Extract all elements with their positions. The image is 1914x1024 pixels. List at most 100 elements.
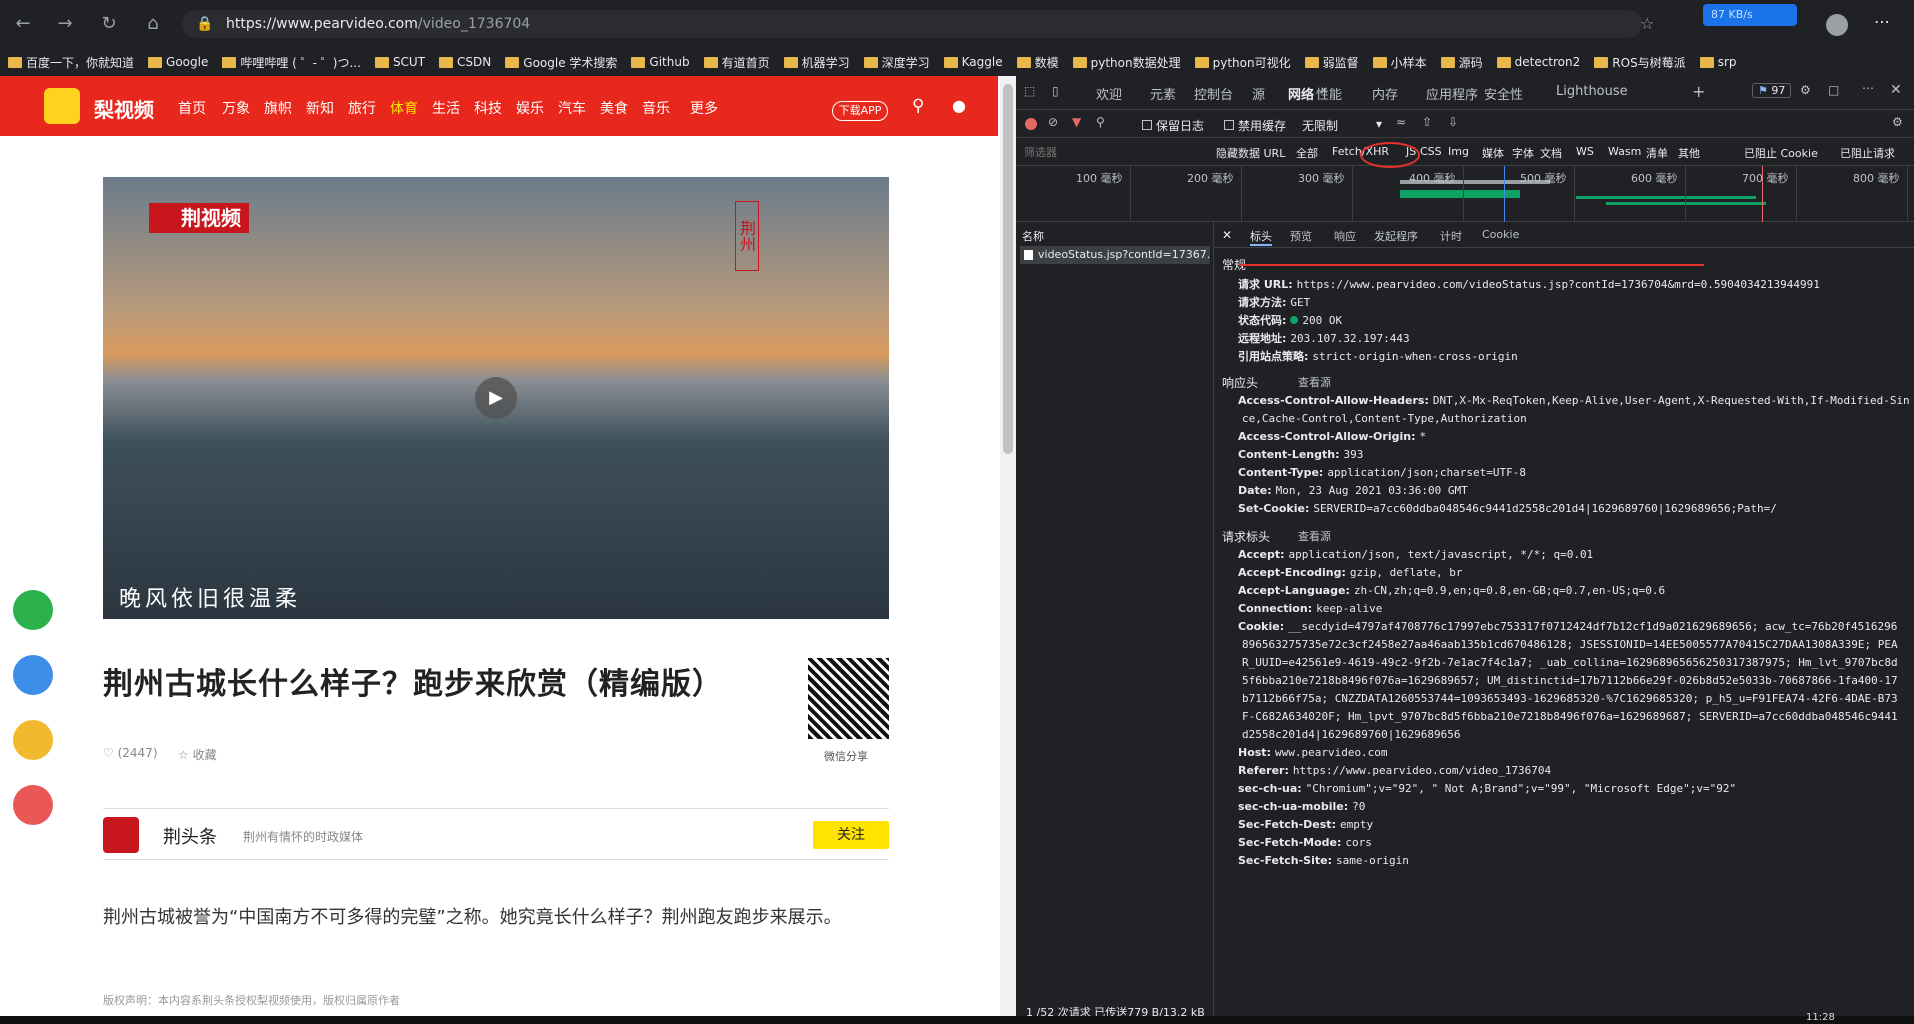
name-column-header[interactable]: 名称 [1022,228,1044,244]
play-icon[interactable]: ▶ [475,377,517,419]
close-tab-icon[interactable]: ✕ [1320,86,1328,97]
wifi-icon[interactable]: ≈ [1396,115,1406,129]
preserve-log-checkbox[interactable]: 保留日志 [1142,117,1204,134]
more-options-icon[interactable]: ⋯ [1862,81,1874,95]
request-row[interactable]: videoStatus.jsp?contId=17367... [1020,246,1210,264]
author-avatar[interactable] [103,817,139,853]
author-name[interactable]: 荆头条 [163,823,217,849]
bookmark-item[interactable]: 机器学习 [783,54,850,71]
bookmark-item[interactable]: python数据处理 [1072,54,1181,71]
inspect-icon[interactable]: ⬚ [1024,84,1035,98]
nav-link[interactable]: 新知 [306,98,334,118]
filter-chip[interactable]: Wasm [1608,145,1641,158]
filter-chip[interactable]: 字体 [1512,145,1534,161]
network-settings-icon[interactable]: ⚙ [1892,115,1903,129]
bookmark-item[interactable]: detectron2 [1496,55,1580,69]
bookmark-item[interactable]: 哔哩哔哩 ( ゜- ゜)つ... [222,54,361,71]
filter-chip[interactable]: 文档 [1540,145,1562,161]
section-header[interactable]: 请求标头 [1222,528,1270,545]
export-har-icon[interactable]: ⇩ [1448,115,1458,129]
bookmark-item[interactable]: 弱监督 [1304,54,1359,71]
filter-input[interactable] [1020,142,1180,162]
forward-icon[interactable]: → [52,12,78,36]
bookmark-item[interactable]: 源码 [1440,54,1483,71]
close-details-icon[interactable]: ✕ [1222,228,1232,242]
qq-share-icon[interactable] [13,655,53,695]
filter-chip[interactable]: Img [1448,145,1469,158]
nav-link[interactable]: 音乐 [642,98,670,118]
back-icon[interactable]: ← [10,12,36,36]
page-scrollbar-thumb[interactable] [1003,84,1013,454]
devtools-tab[interactable]: 欢迎 [1096,84,1122,103]
filter-chip[interactable]: 全部 [1296,145,1318,161]
filter-chip[interactable]: 清单 [1646,145,1668,161]
devtools-tab[interactable]: 源 [1252,84,1265,103]
favorite-star-icon[interactable]: ☆ [1640,14,1654,33]
qzone-share-icon[interactable] [13,720,53,760]
profile-avatar[interactable] [1826,14,1848,36]
bookmark-item[interactable]: Google 学术搜索 [505,54,617,71]
detail-tab[interactable]: 发起程序 [1374,228,1418,244]
clear-icon[interactable]: ⊘ [1048,115,1058,129]
bookmark-item[interactable]: SCUT [374,55,425,69]
detail-tab[interactable]: 响应 [1334,228,1356,244]
nav-link[interactable]: 万象 [222,98,250,118]
filter-chip[interactable]: CSS [1420,145,1442,158]
devtools-tab[interactable]: 应用程序 [1426,84,1478,103]
section-header[interactable]: 响应头 [1222,374,1258,391]
import-har-icon[interactable]: ⇧ [1422,115,1432,129]
download-app-button[interactable]: 下载APP [832,101,888,121]
bookmark-item[interactable]: Google [148,55,208,69]
bookmark-item[interactable]: Github [631,55,690,69]
detail-tab[interactable]: 预览 [1290,228,1312,244]
detail-tab[interactable]: 计时 [1440,228,1462,244]
bookmark-item[interactable]: 百度一下，你就知道 [8,54,134,71]
home-icon[interactable]: ⌂ [140,12,166,36]
weibo-share-icon[interactable] [13,785,53,825]
devtools-tab[interactable]: 安全性 [1484,84,1523,103]
detail-tab[interactable]: Cookie [1482,228,1519,241]
record-icon[interactable] [1025,118,1037,130]
devtools-tab[interactable]: 内存 [1372,84,1398,103]
close-devtools-icon[interactable]: ✕ [1890,82,1902,98]
detail-tab[interactable]: 标头 [1250,228,1272,246]
bookmark-item[interactable]: 数模 [1016,54,1059,71]
filter-chip[interactable]: WS [1576,145,1594,158]
more-menu-icon[interactable]: ⋯ [1874,12,1890,31]
network-timeline[interactable]: 100 毫秒 200 毫秒 300 毫秒 400 毫秒 500 毫秒 600 毫秒 700 … [1016,166,1914,222]
pear-logo-icon[interactable] [44,88,80,124]
issues-badge[interactable]: ⚑ 97 [1752,83,1792,98]
add-tab-icon[interactable]: + [1692,82,1705,101]
user-icon[interactable]: ● [952,96,966,115]
bookmark-item[interactable]: CSDN [439,55,491,69]
nav-link[interactable]: 生活 [432,98,460,118]
nav-link[interactable]: 首页 [178,98,206,118]
devtools-tab[interactable]: 元素 [1150,84,1176,103]
bookmark-item[interactable]: 有道首页 [703,54,770,71]
search-icon[interactable]: ⚲ [1096,115,1105,129]
throttle-select[interactable]: 无限制 ▾ [1302,117,1386,134]
nav-link[interactable]: 旗帜 [264,98,292,118]
devtools-tab[interactable]: Lighthouse [1556,84,1628,99]
follow-button[interactable]: 关注 [813,821,889,849]
filter-chip[interactable]: 媒体 [1482,145,1504,161]
filter-checkbox[interactable]: 隐藏数据 URL [1202,145,1285,161]
site-logo-text[interactable]: 梨视频 [94,94,154,123]
devtools-tab[interactable]: 控制台 [1194,84,1233,103]
bookmark-item[interactable]: 深度学习 [863,54,930,71]
device-toggle-icon[interactable]: ▯ [1052,84,1059,98]
nav-link[interactable]: 汽车 [558,98,586,118]
bookmark-item[interactable]: python可视化 [1194,54,1291,71]
video-player[interactable]: 荆视频 荆州 ▶ 晚风依旧很温柔 [103,177,889,619]
page-scrollbar[interactable] [1000,76,1016,1024]
nav-link[interactable]: 美食 [600,98,628,118]
filter-checkbox[interactable]: 已阻止请求 [1826,145,1895,161]
reload-icon[interactable]: ↻ [96,12,122,36]
wechat-share-icon[interactable] [13,590,53,630]
nav-link[interactable]: 旅行 [348,98,376,118]
filter-icon[interactable]: ▼ [1072,115,1081,129]
nav-link[interactable]: 更多 [690,98,718,118]
address-bar[interactable]: 🔒 https://www.pearvideo.com/video_173670… [182,10,1642,38]
dock-icon[interactable]: □ [1828,83,1839,97]
bookmark-item[interactable]: srp [1699,55,1737,69]
